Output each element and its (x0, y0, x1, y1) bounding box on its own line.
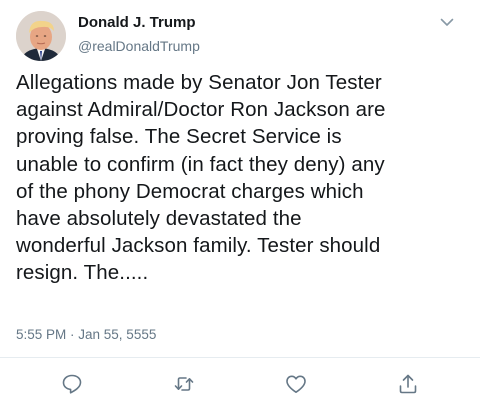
share-icon[interactable] (396, 372, 420, 396)
reply-icon[interactable] (60, 372, 84, 396)
avatar-image (16, 11, 66, 61)
author-handle[interactable]: @realDonaldTrump (78, 37, 200, 55)
tweet-text-line: resign. The..... (16, 261, 149, 285)
tweet-text-line: wonderful Jackson family. Tester should (16, 234, 381, 258)
tweet-text: Allegations made by Senator Jon Tester a… (16, 69, 468, 287)
tweet-text-line: of the phony Democrat charges which (16, 179, 364, 203)
tweet-text-line: against Admiral/Doctor Ron Jackson are (16, 98, 386, 122)
retweet-icon[interactable] (172, 372, 196, 396)
tweet-text-line: have absolutely devastated the (16, 207, 302, 231)
tweet-timestamp[interactable]: 5:55 PM · Jan 55, 5555 (16, 327, 156, 343)
tweet-card: Donald J. Trump @realDonaldTrump Allegat… (0, 0, 480, 410)
divider (0, 357, 480, 358)
tweet-text-line: Allegations made by Senator Jon Tester (16, 71, 382, 94)
chevron-down-icon[interactable] (437, 12, 457, 32)
heart-icon[interactable] (284, 372, 308, 396)
avatar[interactable] (16, 11, 66, 61)
tweet-text-line: unable to confirm (in fact they deny) an… (16, 152, 385, 176)
tweet-text-line: proving false. The Secret Service is (16, 125, 342, 149)
author-name[interactable]: Donald J. Trump (78, 14, 196, 32)
